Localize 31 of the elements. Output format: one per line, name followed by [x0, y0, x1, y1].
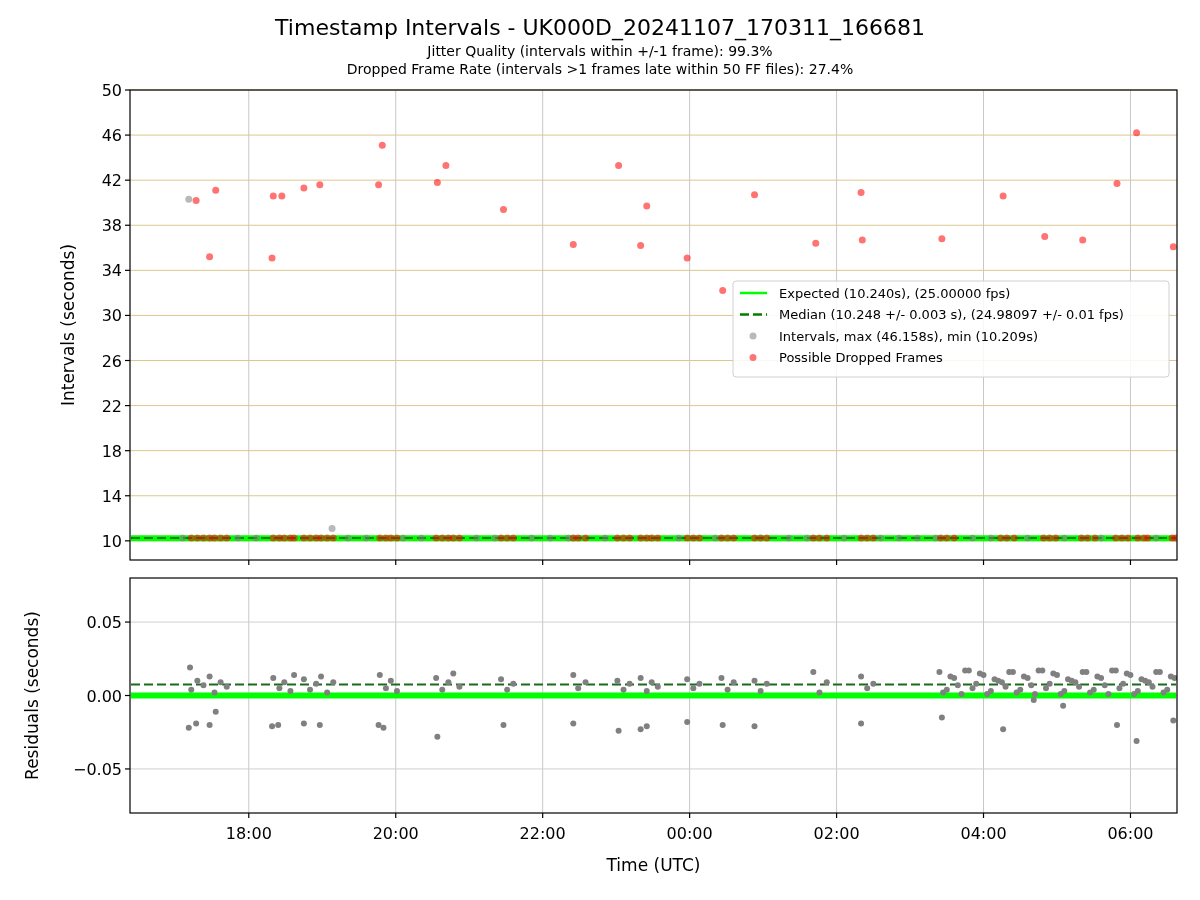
axis-label: Intervals (seconds) [58, 243, 78, 407]
tick-label: 38 [101, 216, 122, 236]
legend-label: Intervals, max (46.158s), min (10.209s) [779, 328, 1038, 344]
legend-label: Possible Dropped Frames [779, 350, 943, 365]
legend-label: Expected (10.240s), (25.00000 fps) [779, 285, 1011, 301]
axis-label: Time (UTC) [606, 855, 701, 875]
tick-label: 0.05 [86, 613, 122, 633]
tick-label: 06:00 [1107, 824, 1154, 843]
tick-label: 14 [101, 486, 122, 506]
tick-label: 18 [101, 441, 122, 461]
tick-label: 26 [101, 351, 122, 371]
tick-label: 18:00 [225, 824, 272, 843]
chart-subtitle: Dropped Frame Rate (intervals >1 frames late within 50 FF files): 27.4% [346, 60, 854, 78]
tick-label: 50 [101, 81, 122, 100]
legend-label: Median (10.248 +/- 0.003 s), (24.98097 +/- 0.01 fps) [779, 307, 1124, 322]
tick-label: 22:00 [519, 824, 566, 843]
tick-label: 42 [101, 171, 122, 191]
tick-label: 30 [101, 306, 122, 326]
chart-title: Timestamp Intervals - UK000D_20241107_170311_166681 [275, 14, 925, 42]
tick-label: 22 [101, 396, 122, 416]
tick-label: 02:00 [813, 824, 860, 843]
tick-label: −0.05 [72, 759, 122, 779]
tick-label: 10 [101, 531, 122, 551]
chart-subtitle: Jitter Quality (intervals within +/-1 frame): 99.3% [427, 42, 773, 60]
tick-label: 20:00 [372, 824, 419, 843]
tick-label: 46 [101, 126, 122, 146]
axis-label: Residuals (seconds) [22, 611, 42, 780]
tick-label: 00:00 [666, 824, 713, 843]
tick-label: 0.00 [86, 686, 122, 706]
tick-label: 34 [101, 261, 122, 281]
tick-label: 04:00 [960, 824, 1007, 843]
